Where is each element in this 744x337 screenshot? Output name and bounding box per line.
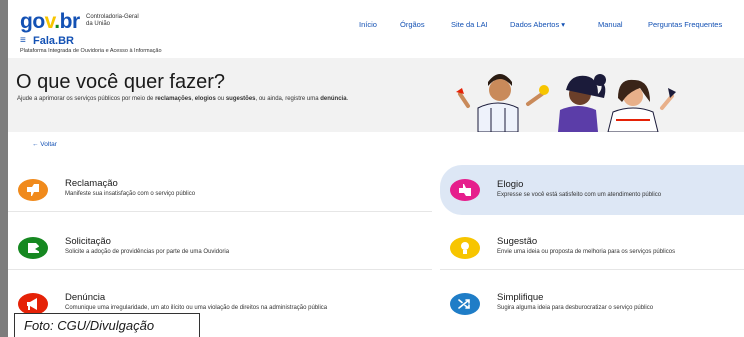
- photo-credit-text: Foto: CGU/Divulgação: [24, 318, 155, 333]
- desc-kw-sugestoes: sugestões: [225, 96, 256, 102]
- nav-site-lai[interactable]: Site da LAI: [451, 20, 488, 29]
- desc-kw-denuncia: denúncia: [320, 96, 347, 102]
- card-title: Sugestão: [497, 236, 538, 247]
- card-description: Manifeste sua insatisfação com o serviço…: [65, 191, 196, 197]
- people-illustration: [456, 74, 676, 132]
- option-card-solicitacao[interactable]: Solicitação Solicite a adoção de providê…: [8, 226, 432, 270]
- banner-description: Ajude a aprimorar os serviços públicos p…: [17, 95, 427, 103]
- desc-kw-reclamacoes: reclamações: [155, 96, 192, 102]
- app-subtitle: Plataforma Integrada de Ouvidoria e Aces…: [20, 48, 162, 54]
- card-divider: [440, 269, 744, 270]
- lightbulb-icon: [450, 237, 480, 259]
- option-card-sugestao[interactable]: Sugestão Envie uma ideia ou proposta de …: [440, 226, 744, 270]
- nav-perguntas-frequentes[interactable]: Perguntas Frequentes: [648, 20, 722, 29]
- nav-orgaos[interactable]: Órgãos: [400, 20, 425, 29]
- desc-text-middle: , ou ainda, registre uma: [255, 96, 321, 102]
- desc-text-before: Ajude a aprimorar os serviços públicos p…: [17, 96, 156, 102]
- card-title: Solicitação: [65, 236, 111, 247]
- page: gov.br Controladoria-Geral da União Iníc…: [8, 0, 744, 337]
- card-title: Denúncia: [65, 292, 106, 303]
- card-description: Expresse se você está satisfeito com um …: [497, 192, 662, 198]
- option-card-simplifique[interactable]: Simplifique Sugira alguma ideia para des…: [440, 282, 744, 326]
- card-title: Elogio: [497, 179, 524, 190]
- card-description: Sugira alguma ideia para desburocratizar…: [497, 305, 654, 311]
- card-title: Simplifique: [497, 292, 544, 303]
- left-border: [0, 0, 8, 337]
- back-link[interactable]: ← Voltar: [32, 141, 57, 148]
- card-description: Comunique uma irregularidade, um ato ilí…: [65, 305, 328, 311]
- nav-inicio[interactable]: Início: [359, 20, 377, 29]
- card-description: Solicite a adoção de providências por pa…: [65, 249, 230, 255]
- hamburger-menu-icon[interactable]: ≡: [20, 36, 26, 46]
- shuffle-icon: [450, 293, 480, 315]
- card-description: Envie uma ideia ou proposta de melhoria …: [497, 249, 676, 255]
- screenshot-frame: gov.br Controladoria-Geral da União Iníc…: [0, 0, 744, 337]
- thumbs-down-icon: [18, 179, 48, 201]
- site-header: gov.br Controladoria-Geral da União Iníc…: [8, 0, 744, 58]
- hero-banner: O que você quer fazer? Ajude a aprimorar…: [8, 58, 744, 132]
- thumbs-up-icon: [450, 179, 480, 201]
- page-title: O que você quer fazer?: [16, 71, 226, 93]
- card-divider: [8, 269, 432, 270]
- request-icon: [18, 237, 48, 259]
- card-divider: [8, 211, 432, 212]
- photo-credit-caption: Foto: CGU/Divulgação: [14, 313, 200, 337]
- card-title: Reclamação: [65, 178, 118, 189]
- nav-manual[interactable]: Manual: [598, 20, 623, 29]
- option-card-reclamacao[interactable]: Reclamação Manifeste sua insatisfação co…: [8, 168, 432, 212]
- top-nav: Início Órgãos Site da LAI Dados Abertos …: [8, 20, 744, 32]
- desc-sep2: ou: [215, 96, 226, 102]
- desc-kw-elogios: elogios: [194, 96, 216, 102]
- app-name[interactable]: Fala.BR: [33, 35, 74, 47]
- desc-text-end: .: [346, 96, 349, 102]
- option-card-elogio[interactable]: Elogio Expresse se você está satisfeito …: [440, 165, 744, 215]
- nav-dados-abertos[interactable]: Dados Abertos ▾: [510, 20, 565, 29]
